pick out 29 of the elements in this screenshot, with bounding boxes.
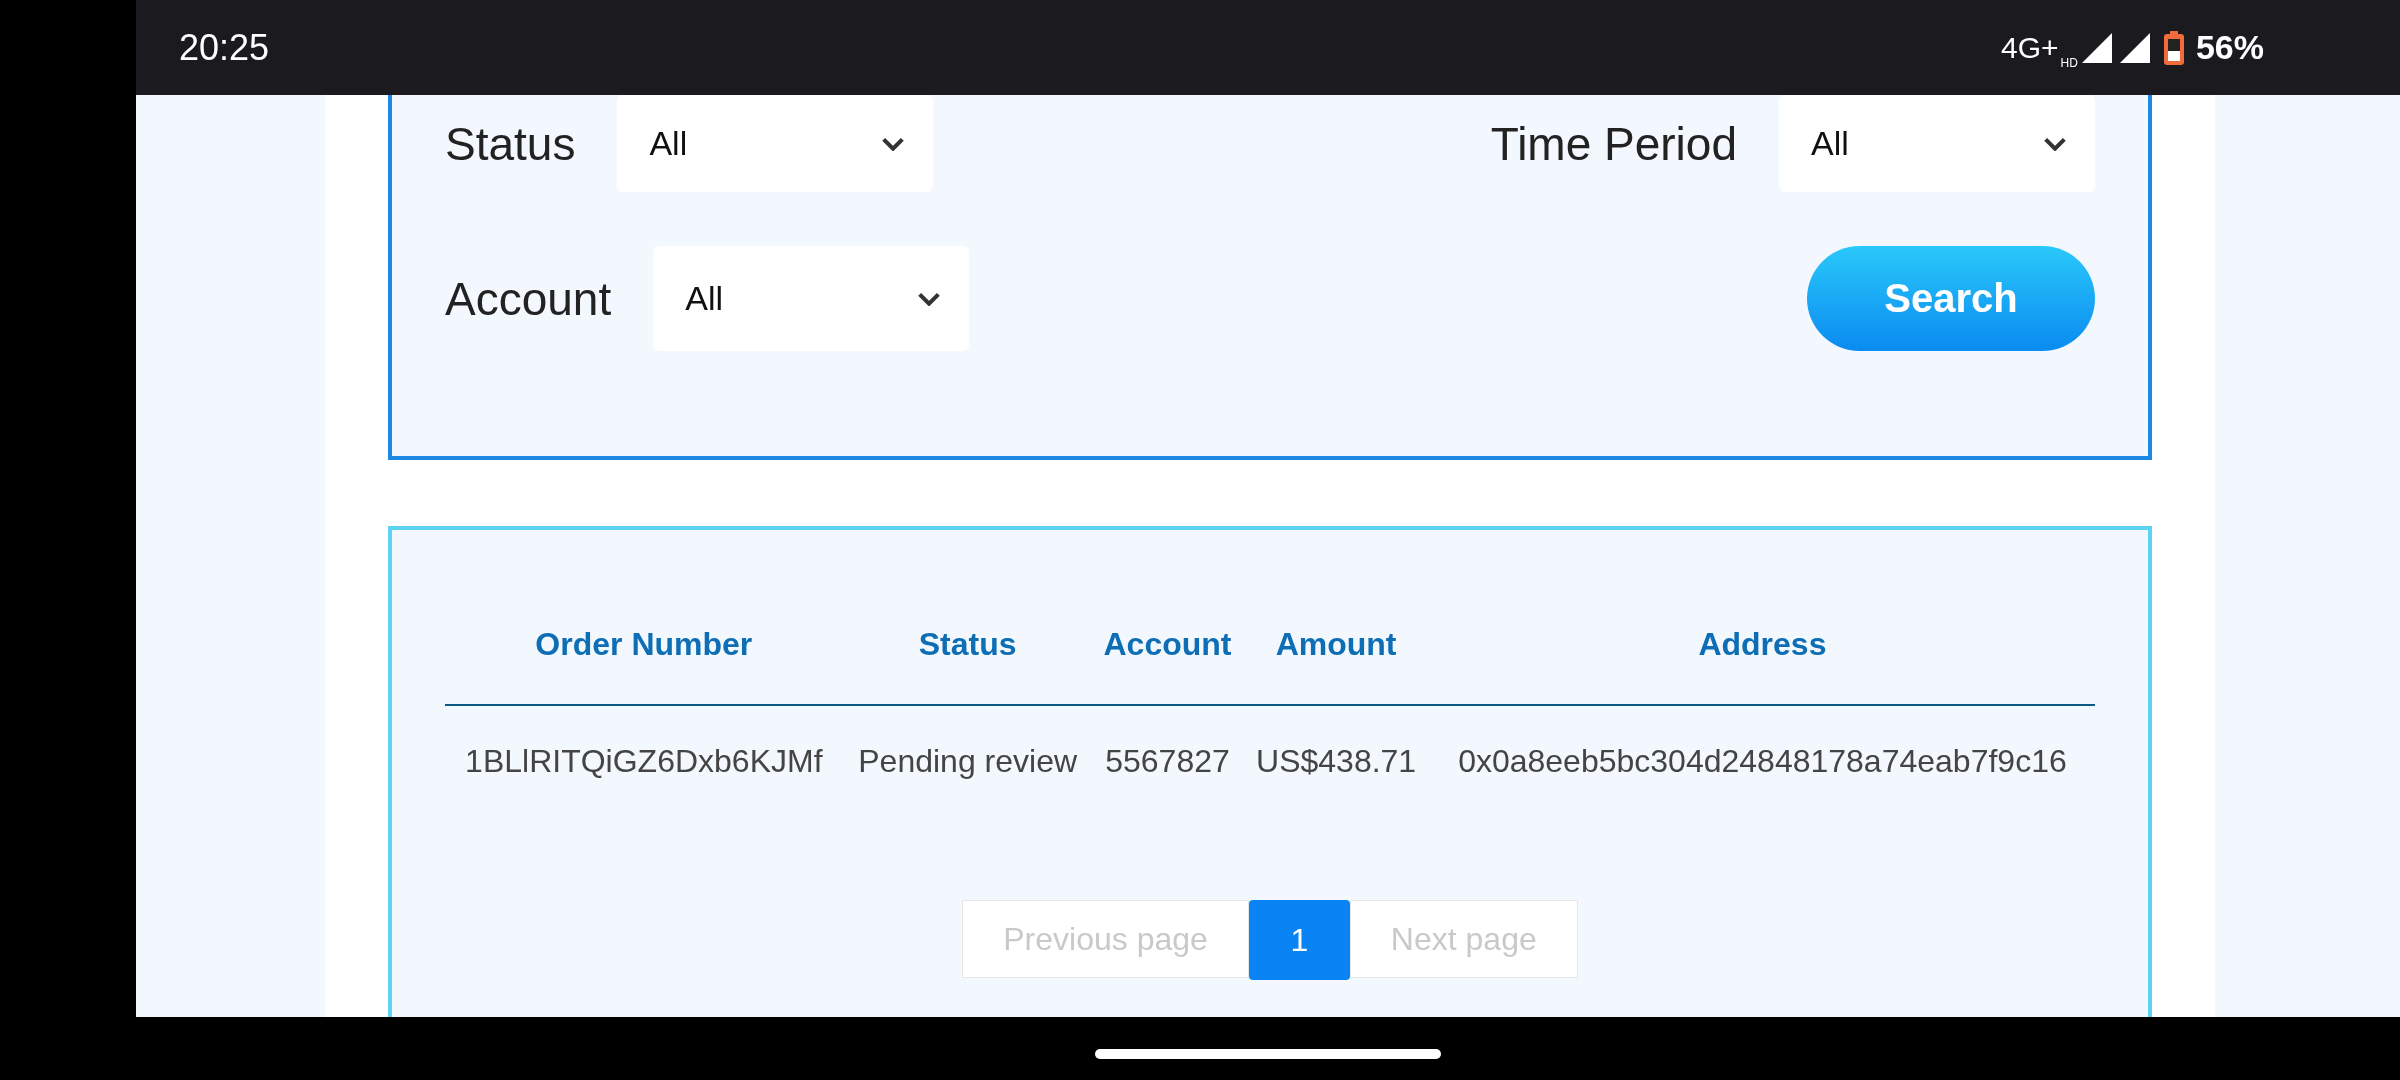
page-number-button[interactable]: 1 xyxy=(1248,900,1350,980)
table-cell: Pending review xyxy=(842,705,1093,816)
hd-label: HD xyxy=(2060,55,2078,70)
chevron-down-icon xyxy=(881,136,906,151)
column-header: Address xyxy=(1429,584,2095,705)
time-period-label: Time Period xyxy=(1490,116,1737,171)
table-cell: US$438.71 xyxy=(1242,705,1430,816)
table-cell: 0x0a8eeb5bc304d24848178a74eab7f9c16 xyxy=(1429,705,2095,816)
signal-icon xyxy=(2081,32,2112,63)
account-select[interactable]: All xyxy=(653,246,970,351)
column-header: Amount xyxy=(1242,584,1430,705)
column-header: Status xyxy=(842,584,1093,705)
chevron-down-icon xyxy=(917,291,942,306)
column-header: Order Number xyxy=(445,584,843,705)
signal-icon xyxy=(2119,32,2150,63)
network-type: 4G+ xyxy=(2001,30,2059,65)
table-cell: 1BLlRITQiGZ6Dxb6KJMf xyxy=(445,705,843,816)
battery-percentage: 56% xyxy=(2195,28,2264,67)
clock-time: 20:25 xyxy=(179,26,270,69)
status-select[interactable]: All xyxy=(617,95,934,192)
status-label: Status xyxy=(445,116,576,171)
home-indicator[interactable] xyxy=(1095,1048,1441,1059)
time-period-select[interactable]: All xyxy=(1779,95,2095,192)
battery-icon xyxy=(2163,30,2184,65)
table-cell: 5567827 xyxy=(1092,705,1243,816)
account-label: Account xyxy=(445,271,612,326)
search-button[interactable]: Search xyxy=(1807,246,2095,351)
chevron-down-icon xyxy=(2043,136,2067,151)
column-header: Account xyxy=(1092,584,1243,705)
